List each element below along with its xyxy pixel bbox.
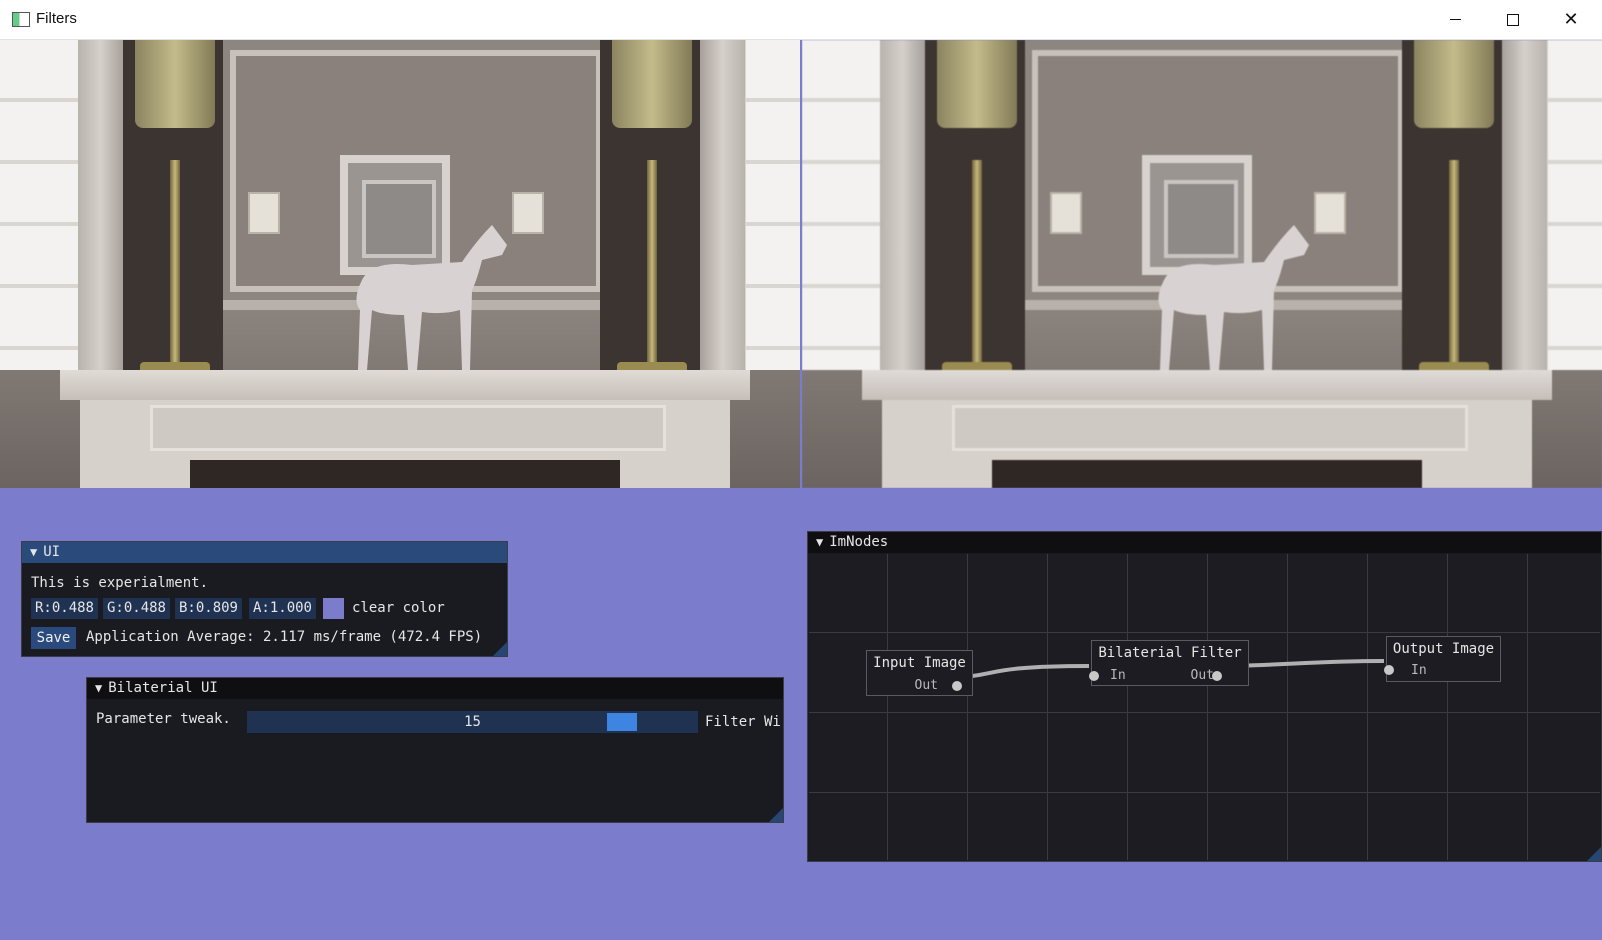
node-output-image[interactable]: Output Image In [1384, 636, 1501, 682]
node-title: Bilaterial Filter [1098, 645, 1242, 661]
pin-in-label: In [1110, 668, 1126, 683]
horse-statue [356, 225, 507, 370]
close-button[interactable]: ✕ [1542, 0, 1600, 39]
bilateral-window[interactable]: ▼ Bilaterial UI Parameter tweak. 15 Filte… [86, 677, 784, 823]
horse-statue [1158, 225, 1309, 370]
pin-in[interactable] [1384, 665, 1394, 675]
pin-in-label: In [1411, 663, 1427, 678]
perf-stats: Application Average: 2.117 ms/frame (472… [86, 629, 483, 645]
pin-out-label: Out [1190, 668, 1214, 683]
input-image-view [0, 40, 800, 488]
bilateral-window-titlebar[interactable]: ▼ Bilaterial UI [87, 678, 783, 699]
collapse-icon[interactable]: ▼ [95, 678, 102, 699]
pin-out[interactable] [1212, 671, 1222, 681]
node-editor-canvas[interactable]: Input Image Out Bilaterial Filter In Out… [809, 554, 1600, 860]
collapse-icon[interactable]: ▼ [30, 542, 37, 563]
slider-label: Filter Wi [705, 714, 781, 730]
color-a-field[interactable]: A:1.000 [249, 598, 316, 619]
collapse-icon[interactable]: ▼ [816, 532, 823, 553]
ui-window-titlebar[interactable]: ▼ UI [22, 542, 507, 563]
node-bilateral-filter[interactable]: Bilaterial Filter In Out [1089, 640, 1249, 686]
color-b-field[interactable]: B:0.809 [175, 598, 242, 619]
parameter-label: Parameter tweak. [96, 711, 231, 727]
imnodes-window-titlebar[interactable]: ▼ ImNodes [808, 532, 1601, 553]
color-r-field[interactable]: R:0.488 [31, 598, 98, 619]
node-input-image[interactable]: Input Image Out [866, 650, 973, 696]
clear-color-swatch[interactable] [323, 598, 344, 619]
window-title: Filters [36, 10, 77, 27]
pin-out[interactable] [952, 681, 962, 691]
ui-window[interactable]: ▼ UI This is experialment. R:0.488 G:0.48… [21, 541, 508, 657]
bilateral-window-title: Bilaterial UI [108, 680, 218, 696]
pin-in[interactable] [1089, 671, 1099, 681]
resize-grip[interactable] [769, 808, 783, 822]
node-links [950, 659, 1385, 679]
maximize-button[interactable] [1484, 0, 1542, 39]
maximize-icon [1507, 13, 1519, 26]
close-icon: ✕ [1563, 9, 1579, 30]
slider-value: 15 [464, 714, 481, 730]
window-titlebar: Filters ✕ [0, 0, 1602, 40]
resize-grip[interactable] [1587, 847, 1601, 861]
clear-color-label: clear color [352, 600, 445, 616]
pin-out-label: Out [914, 678, 938, 693]
output-image-view [802, 40, 1602, 488]
save-button[interactable]: Save [31, 627, 76, 649]
node-title: Output Image [1392, 641, 1495, 657]
minimize-icon [1449, 19, 1461, 20]
minimize-button[interactable] [1426, 0, 1484, 39]
imnodes-window-title: ImNodes [829, 534, 889, 550]
color-g-field[interactable]: G:0.488 [103, 598, 170, 619]
ui-description: This is experialment. [31, 575, 209, 591]
app-icon [12, 12, 30, 27]
imnodes-window[interactable]: ▼ ImNodes Input Image Out Bilaterial Filt… [807, 531, 1602, 862]
resize-grip[interactable] [493, 642, 507, 656]
filter-width-slider[interactable]: 15 [247, 711, 698, 733]
node-title: Input Image [873, 655, 966, 671]
ui-window-title: UI [43, 544, 61, 560]
